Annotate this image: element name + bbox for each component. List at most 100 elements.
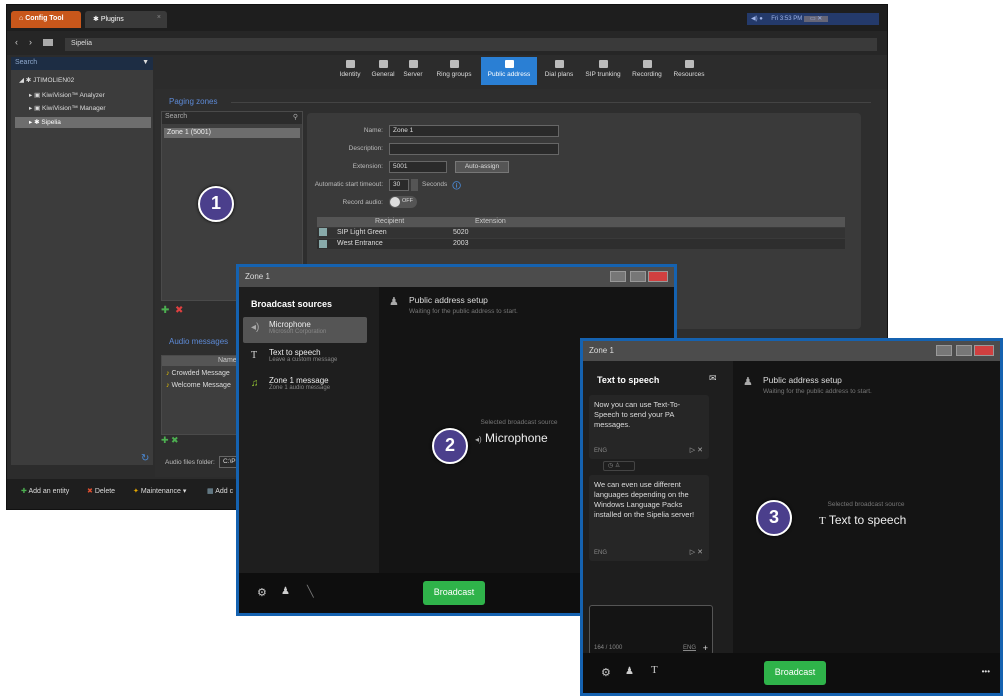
home-icon[interactable] bbox=[43, 39, 53, 46]
tab-dial-plans[interactable]: Dial plans bbox=[539, 57, 579, 85]
source-text-to-speech[interactable]: T Text to speech Leave a custom message bbox=[243, 345, 367, 371]
selected-source-label: Selected broadcast source bbox=[827, 501, 905, 508]
tab-ring-groups[interactable]: Ring groups bbox=[429, 57, 479, 85]
recording-icon bbox=[643, 60, 652, 68]
timeout-field[interactable]: 30 bbox=[389, 179, 409, 191]
add-other-button[interactable]: ▦ Add c bbox=[207, 487, 233, 495]
settings-icon[interactable]: ⚙ bbox=[257, 586, 267, 599]
broadcast-button[interactable]: Broadcast bbox=[764, 661, 826, 685]
recipient-grid: Recipient Extension SIP Light Green 5020… bbox=[317, 217, 845, 257]
tab-plugins[interactable]: ✱ Plugins × bbox=[85, 11, 167, 28]
volume-icon[interactable]: ◀) bbox=[751, 16, 758, 22]
tts-message[interactable]: We can even use different languages depe… bbox=[589, 475, 709, 561]
close-icon[interactable]: × bbox=[157, 14, 161, 21]
list-item[interactable]: ♪ Crowded Message bbox=[166, 370, 230, 377]
auto-assign-button[interactable]: Auto-assign bbox=[455, 161, 509, 173]
description-field[interactable] bbox=[389, 143, 559, 155]
tree-item-label: KiwiVision™ Manager bbox=[42, 105, 106, 112]
broadcast-button[interactable]: Broadcast bbox=[423, 581, 485, 605]
window-controls[interactable]: ▭ ✕ bbox=[803, 16, 829, 22]
source-zone-message[interactable]: ♫ Zone 1 message Zone 1 audio message bbox=[243, 373, 367, 399]
tab-server[interactable]: Server bbox=[399, 57, 427, 85]
tab-resources[interactable]: Resources bbox=[669, 57, 709, 85]
play-delete-icons[interactable]: ▷ ✕ bbox=[690, 548, 703, 558]
list-item-label: Crowded Message bbox=[171, 370, 230, 377]
add-audio-button[interactable]: ✚ ✖ bbox=[161, 435, 179, 446]
maximize-button[interactable] bbox=[956, 345, 972, 356]
button-label: Maintenance ▾ bbox=[140, 488, 187, 495]
address-bar: ‹ › Sipelia bbox=[7, 31, 887, 55]
delete-zone-button[interactable]: ✖ bbox=[175, 305, 183, 316]
tab-label: Server bbox=[403, 71, 423, 78]
forward-button[interactable]: › bbox=[29, 37, 32, 47]
back-button[interactable]: ‹ bbox=[15, 37, 18, 47]
language-selector[interactable]: ENG bbox=[683, 645, 696, 651]
music-note-icon: ♪ bbox=[166, 382, 170, 389]
tree-item-server[interactable]: ◢ ✱ JTIMOLIEN02 bbox=[19, 76, 74, 84]
refresh-icon[interactable]: ↻ bbox=[141, 453, 149, 464]
close-button[interactable] bbox=[974, 345, 994, 356]
tree-item-label: Sipelia bbox=[41, 119, 61, 126]
list-item[interactable]: ♪ Welcome Message bbox=[166, 382, 231, 389]
sources-title: Broadcast sources bbox=[251, 299, 333, 309]
maximize-button[interactable] bbox=[630, 271, 646, 282]
tts-message[interactable]: Now you can use Text-To-Speech to send y… bbox=[589, 395, 709, 459]
zone-list-item[interactable]: Zone 1 (5001) bbox=[164, 128, 300, 138]
delete-button[interactable]: ✖ Delete bbox=[87, 487, 115, 495]
section-title: Paging zones bbox=[169, 97, 218, 106]
source-subtitle: Zone 1 audio message bbox=[269, 385, 331, 391]
selected-source-value: Microphone bbox=[485, 431, 548, 445]
tts-input[interactable]: 164 / 1000 ENG + bbox=[589, 605, 713, 655]
tab-label: Resources bbox=[673, 71, 705, 78]
tts-pane: Text to speech ✉ Now you can use Text-To… bbox=[583, 361, 733, 655]
user-icon[interactable]: ♟ bbox=[281, 586, 290, 597]
new-message-icon[interactable]: ✉ bbox=[709, 373, 717, 384]
user-icon[interactable]: ♟ bbox=[625, 666, 634, 677]
tab-public-address[interactable]: Public address bbox=[481, 57, 537, 85]
settings-icon[interactable]: ⚙ bbox=[601, 666, 611, 679]
timeout-stepper[interactable] bbox=[411, 179, 418, 191]
filter-icon[interactable]: ▼ bbox=[142, 59, 149, 66]
extension-field[interactable]: 5001 bbox=[389, 161, 447, 173]
tab-label: General bbox=[371, 71, 395, 78]
general-icon bbox=[379, 60, 388, 68]
source-microphone[interactable]: ◂) Microphone Microsoft Corporation bbox=[243, 317, 367, 343]
maintenance-button[interactable]: ✦ Maintenance ▾ bbox=[133, 487, 186, 495]
tree-item-manager[interactable]: ▸ ▣ KiwiVision™ Manager bbox=[29, 104, 106, 112]
extension-cell: 5020 bbox=[453, 229, 469, 236]
table-row[interactable] bbox=[317, 228, 845, 238]
minimize-button[interactable] bbox=[936, 345, 952, 356]
add-entity-button[interactable]: ✚ Add an entity bbox=[21, 487, 69, 495]
ring-groups-icon bbox=[450, 60, 459, 68]
message-text: Now you can use Text-To-Speech to send y… bbox=[594, 400, 681, 429]
more-icon[interactable]: ••• bbox=[982, 667, 990, 676]
breadcrumb[interactable]: Sipelia bbox=[65, 38, 877, 51]
tab-config-tool[interactable]: ⌂ Config Tool bbox=[11, 11, 81, 28]
plus-icon[interactable]: + bbox=[703, 643, 708, 653]
phone-icon bbox=[319, 240, 327, 248]
play-delete-icons[interactable]: ▷ ✕ bbox=[690, 446, 703, 456]
tab-label: Public address bbox=[487, 71, 531, 78]
record-toggle[interactable]: OFF bbox=[389, 196, 417, 208]
tree-search-input[interactable]: Search ▼ bbox=[11, 57, 153, 70]
name-field[interactable]: Zone 1 bbox=[389, 125, 559, 137]
add-zone-button[interactable]: ✚ bbox=[161, 305, 169, 316]
callout-badge-1: 1 bbox=[198, 186, 234, 222]
globe-icon[interactable]: ● bbox=[759, 16, 763, 22]
table-row[interactable] bbox=[317, 239, 845, 249]
microphone-icon[interactable]: ╲ bbox=[307, 585, 314, 598]
zone-search-input[interactable]: Search ⚲ bbox=[162, 112, 302, 124]
tree-item-analyzer[interactable]: ▸ ▣ KiwiVision™ Analyzer bbox=[29, 91, 105, 99]
title-bar: ⌂ Config Tool ✱ Plugins × ◀) ● Fri 3:53 P… bbox=[7, 5, 887, 31]
minimize-button[interactable] bbox=[610, 271, 626, 282]
tree-item-label: KiwiVision™ Analyzer bbox=[42, 92, 105, 99]
tab-label: Dial plans bbox=[544, 71, 574, 78]
tab-recording[interactable]: Recording bbox=[627, 57, 667, 85]
tab-identity[interactable]: Identity bbox=[333, 57, 367, 85]
tab-sip-trunking[interactable]: SIP trunking bbox=[581, 57, 625, 85]
close-button[interactable] bbox=[648, 271, 668, 282]
tab-general[interactable]: General bbox=[369, 57, 397, 85]
info-icon[interactable]: 🛈 bbox=[452, 179, 461, 195]
tree-item-sipelia[interactable]: ▸ ✱ Sipelia bbox=[29, 118, 61, 126]
text-icon[interactable]: T bbox=[651, 664, 658, 676]
